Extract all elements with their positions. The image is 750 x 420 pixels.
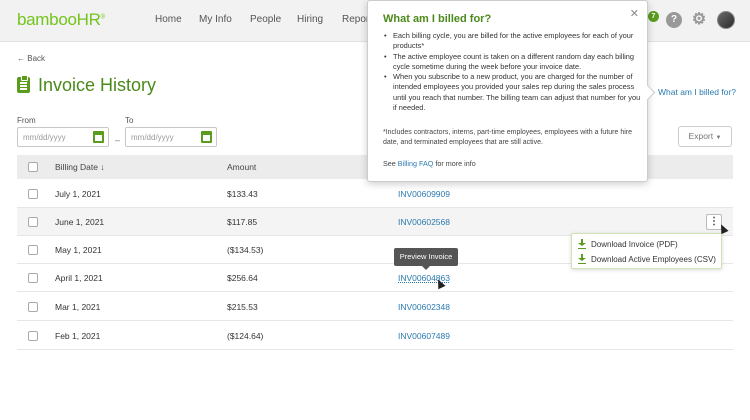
invoice-link[interactable]: INV00602348: [398, 302, 450, 312]
faq-suffix: for more info: [435, 159, 476, 168]
download-icon: [578, 254, 586, 264]
amount-header[interactable]: Amount: [227, 162, 256, 172]
billing-info-bullet: The active employee count is taken on a …: [383, 52, 641, 73]
invoice-link[interactable]: INV00607489: [398, 331, 450, 341]
page-title: Invoice History: [38, 75, 157, 95]
amount-cell: $133.43: [227, 189, 258, 199]
billing-date-cell: April 1, 2021: [55, 273, 103, 283]
invoice-link[interactable]: INV00602568: [398, 217, 450, 227]
invoice-document-icon: [17, 75, 30, 93]
row-checkbox[interactable]: [28, 189, 38, 199]
nav-people[interactable]: People: [250, 14, 281, 25]
row-checkbox[interactable]: [28, 245, 38, 255]
export-label: Export: [688, 131, 714, 141]
popover-title: What am I billed for?: [383, 13, 492, 25]
nav-my-info[interactable]: My Info: [199, 14, 232, 25]
billing-date-cell: June 1, 2021: [55, 217, 105, 227]
to-label: To: [125, 116, 134, 125]
settings-gear-icon[interactable]: ⚙: [691, 12, 707, 28]
billing-info-popover: What am I billed for? ✕ Each billing cyc…: [367, 0, 648, 182]
nav-home[interactable]: Home: [155, 14, 182, 25]
bamboohr-logo[interactable]: bambooHR®: [17, 10, 105, 30]
notification-badge[interactable]: 7: [648, 11, 659, 22]
chevron-down-icon: ▼: [715, 135, 722, 141]
download-employees-label: Download Active Employees (CSV): [591, 255, 716, 264]
preview-invoice-tooltip: Preview Invoice: [394, 248, 458, 270]
invoice-link[interactable]: INV00609909: [398, 189, 450, 199]
from-date-input[interactable]: mm/dd/yyyy: [17, 127, 109, 147]
billing-info-bullet: When you subscribe to a new product, you…: [383, 72, 641, 113]
nav-reports[interactable]: Repor: [342, 14, 369, 25]
amount-cell: $117.85: [227, 217, 258, 227]
faq-prefix: See: [383, 159, 396, 168]
amount-cell: $215.53: [227, 302, 258, 312]
what-am-i-billed-for-link[interactable]: What am I billed for?: [658, 87, 736, 97]
from-date-placeholder: mm/dd/yyyy: [23, 133, 66, 142]
sort-arrow-icon: ↓: [100, 162, 105, 172]
billing-date-header-label: Billing Date: [55, 162, 98, 172]
billing-date-header[interactable]: Billing Date ↓: [55, 162, 105, 172]
billing-date-cell: May 1, 2021: [55, 245, 102, 255]
amount-cell: ($124.64): [227, 331, 264, 341]
select-all-checkbox[interactable]: [28, 162, 38, 172]
export-button[interactable]: Export ▼: [678, 126, 732, 147]
to-date-placeholder: mm/dd/yyyy: [131, 133, 174, 142]
to-date-input[interactable]: mm/dd/yyyy: [125, 127, 217, 147]
billing-info-list: Each billing cycle, you are billed for t…: [383, 31, 641, 113]
from-label: From: [17, 116, 36, 125]
amount-cell: $256.64: [227, 273, 258, 283]
billing-date-cell: Mar 1, 2021: [55, 302, 101, 312]
row-actions-menu: Download Invoice (PDF) Download Active E…: [571, 233, 722, 269]
billing-info-bullet: Each billing cycle, you are billed for t…: [383, 31, 641, 52]
table-row[interactable]: Mar 1, 2021 $215.53 INV00602348: [17, 293, 733, 321]
help-icon[interactable]: ?: [666, 12, 682, 28]
close-icon[interactable]: ✕: [630, 7, 639, 20]
billing-footnote: *Includes contractors, interns, part-tim…: [383, 129, 633, 146]
row-checkbox[interactable]: [28, 302, 38, 312]
table-row[interactable]: Feb 1, 2021 ($124.64) INV00607489: [17, 322, 733, 350]
date-range-separator: –: [115, 135, 121, 145]
billing-date-cell: Feb 1, 2021: [55, 331, 101, 341]
row-checkbox[interactable]: [28, 273, 38, 283]
nav-hiring[interactable]: Hiring: [297, 14, 323, 25]
download-active-employees-csv-item[interactable]: Download Active Employees (CSV): [578, 254, 716, 264]
calendar-icon[interactable]: [201, 131, 212, 143]
billing-faq-text: See Billing FAQ for more info: [383, 159, 476, 168]
table-row[interactable]: July 1, 2021 $133.43 INV00609909: [17, 180, 733, 208]
calendar-icon[interactable]: [93, 131, 104, 143]
billing-date-cell: July 1, 2021: [55, 189, 101, 199]
download-invoice-pdf-item[interactable]: Download Invoice (PDF): [578, 239, 678, 249]
user-avatar[interactable]: [717, 11, 735, 29]
back-label: Back: [27, 54, 46, 63]
back-link[interactable]: ← Back: [17, 54, 45, 63]
billing-faq-link[interactable]: Billing FAQ: [398, 159, 434, 168]
amount-cell: ($134.53): [227, 245, 264, 255]
row-checkbox[interactable]: [28, 217, 38, 227]
row-checkbox[interactable]: [28, 331, 38, 341]
table-row[interactable]: June 1, 2021 $117.85 INV00602568: [17, 208, 733, 236]
download-icon: [578, 239, 586, 249]
download-invoice-label: Download Invoice (PDF): [591, 240, 678, 249]
